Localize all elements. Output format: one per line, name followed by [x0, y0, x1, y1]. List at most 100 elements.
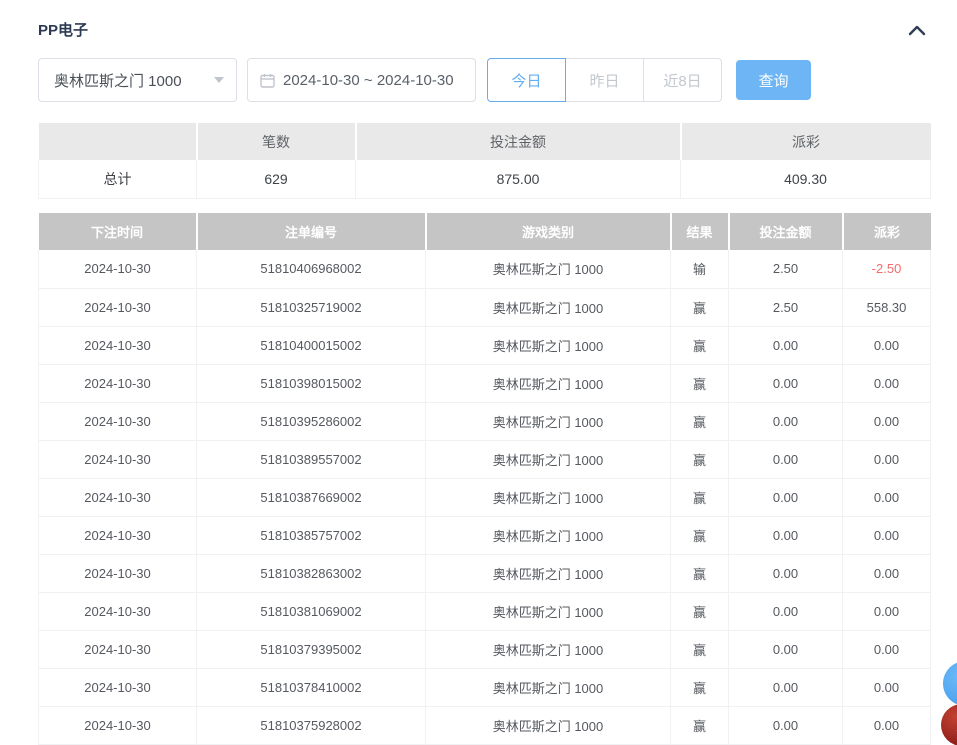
summary-total-payout: 409.30 — [681, 160, 931, 198]
bet-id-cell: 51810382863002 — [197, 554, 426, 592]
query-button[interactable]: 查询 — [736, 60, 811, 100]
bet-id-cell: 51810381069002 — [197, 592, 426, 630]
game-type-cell: 奥林匹斯之门 1000 — [426, 402, 671, 440]
payout-cell: 0.00 — [843, 364, 931, 402]
bet-time-cell: 2024-10-30 — [39, 364, 197, 402]
bet-amount-cell: 0.00 — [729, 706, 843, 744]
game-type-cell: 奥林匹斯之门 1000 — [426, 516, 671, 554]
result-cell: 赢 — [671, 668, 729, 706]
game-select[interactable]: 奥林匹斯之门 1000 — [38, 58, 237, 102]
chat-float-button[interactable] — [943, 661, 957, 706]
result-cell: 赢 — [671, 516, 729, 554]
bet-table-row: 2024-10-3051810381069002奥林匹斯之门 1000赢0.00… — [39, 592, 931, 630]
bet-id-cell: 51810406968002 — [197, 250, 426, 288]
game-type-cell: 奥林匹斯之门 1000 — [426, 364, 671, 402]
bet-amount-cell: 0.00 — [729, 554, 843, 592]
page-title: PP电子 — [38, 22, 88, 39]
bet-time-cell: 2024-10-30 — [39, 440, 197, 478]
summary-header-row: 笔数 投注金额 派彩 — [39, 123, 931, 160]
bet-table-row: 2024-10-3051810400015002奥林匹斯之门 1000赢0.00… — [39, 326, 931, 364]
result-cell: 赢 — [671, 364, 729, 402]
summary-header-empty — [39, 123, 197, 160]
bet-table-row: 2024-10-3051810379395002奥林匹斯之门 1000赢0.00… — [39, 630, 931, 668]
summary-header-bet-amount: 投注金额 — [356, 123, 681, 160]
yesterday-button[interactable]: 昨日 — [565, 58, 644, 102]
bet-amount-cell: 0.00 — [729, 592, 843, 630]
bet-table-row: 2024-10-3051810395286002奥林匹斯之门 1000赢0.00… — [39, 402, 931, 440]
bet-table-header-row: 下注时间 注单编号 游戏类别 结果 投注金额 派彩 — [39, 213, 931, 250]
payout-cell: 0.00 — [843, 516, 931, 554]
bet-id-cell: 51810375928002 — [197, 706, 426, 744]
header-result: 结果 — [671, 213, 729, 250]
brand-float-button[interactable]: b — [941, 704, 957, 745]
bet-table-row: 2024-10-3051810406968002奥林匹斯之门 1000输2.50… — [39, 250, 931, 288]
summary-total-count: 629 — [197, 160, 356, 198]
bet-amount-cell: 0.00 — [729, 440, 843, 478]
bet-table-row: 2024-10-3051810389557002奥林匹斯之门 1000赢0.00… — [39, 440, 931, 478]
header-bet-id: 注单编号 — [197, 213, 426, 250]
result-cell: 赢 — [671, 478, 729, 516]
collapse-chevron-up-icon[interactable] — [906, 22, 928, 40]
bet-table-row: 2024-10-3051810325719002奥林匹斯之门 1000赢2.50… — [39, 288, 931, 326]
result-cell: 赢 — [671, 630, 729, 668]
summary-header-payout: 派彩 — [681, 123, 931, 160]
bet-id-cell: 51810385757002 — [197, 516, 426, 554]
summary-table: 笔数 投注金额 派彩 总计 629 875.00 409.30 — [38, 123, 931, 199]
summary-total-bet-amount: 875.00 — [356, 160, 681, 198]
bet-time-cell: 2024-10-30 — [39, 402, 197, 440]
bet-amount-cell: 0.00 — [729, 478, 843, 516]
bet-time-cell: 2024-10-30 — [39, 516, 197, 554]
bet-id-cell: 51810325719002 — [197, 288, 426, 326]
last-8-days-button[interactable]: 近8日 — [643, 58, 722, 102]
result-cell: 赢 — [671, 326, 729, 364]
game-type-cell: 奥林匹斯之门 1000 — [426, 706, 671, 744]
quick-date-button-group: 今日 昨日 近8日 — [487, 58, 722, 102]
bet-table-row: 2024-10-3051810387669002奥林匹斯之门 1000赢0.00… — [39, 478, 931, 516]
bet-time-cell: 2024-10-30 — [39, 250, 197, 288]
payout-cell: 0.00 — [843, 668, 931, 706]
caret-down-icon — [214, 77, 224, 83]
summary-total-row: 总计 629 875.00 409.30 — [39, 160, 931, 198]
bet-table-row: 2024-10-3051810378410002奥林匹斯之门 1000赢0.00… — [39, 668, 931, 706]
today-button[interactable]: 今日 — [487, 58, 566, 102]
result-cell: 输 — [671, 250, 729, 288]
bet-table-row: 2024-10-3051810385757002奥林匹斯之门 1000赢 0.00… — [39, 516, 931, 554]
result-cell: 赢 — [671, 288, 729, 326]
game-type-cell: 奥林匹斯之门 1000 — [426, 478, 671, 516]
bet-amount-cell: 2.50 — [729, 250, 843, 288]
summary-total-label: 总计 — [39, 160, 197, 198]
result-cell: 赢 — [671, 592, 729, 630]
payout-cell: 558.30 — [843, 288, 931, 326]
game-type-cell: 奥林匹斯之门 1000 — [426, 250, 671, 288]
game-type-cell: 奥林匹斯之门 1000 — [426, 554, 671, 592]
date-range-input[interactable]: 2024-10-30 ~ 2024-10-30 — [247, 58, 476, 102]
bet-amount-cell: 2.50 — [729, 288, 843, 326]
payout-cell: 0.00 — [843, 554, 931, 592]
bet-table-body: 2024-10-3051810406968002奥林匹斯之门 1000输2.50… — [39, 250, 931, 744]
bet-time-cell: 2024-10-30 — [39, 554, 197, 592]
game-select-value: 奥林匹斯之门 1000 — [54, 70, 208, 91]
game-type-cell: 奥林匹斯之门 1000 — [426, 592, 671, 630]
payout-cell: 0.00 — [843, 402, 931, 440]
pp-electronic-panel: PP电子 奥林匹斯之门 1000 2024-10-30 ~ 2024-10-30 — [0, 0, 957, 745]
bet-time-cell: 2024-10-30 — [39, 706, 197, 744]
bet-time-cell: 2024-10-30 — [39, 478, 197, 516]
panel-header: PP电子 — [38, 18, 930, 44]
result-cell: 赢 — [671, 554, 729, 592]
date-range-value: 2024-10-30 ~ 2024-10-30 — [283, 72, 454, 89]
bet-id-cell: 51810379395002 — [197, 630, 426, 668]
summary-header-count: 笔数 — [197, 123, 356, 160]
game-type-cell: 奥林匹斯之门 1000 — [426, 668, 671, 706]
game-type-cell: 奥林匹斯之门 1000 — [426, 288, 671, 326]
filter-bar: 奥林匹斯之门 1000 2024-10-30 ~ 2024-10-30 今日 昨… — [38, 58, 930, 102]
payout-cell: 0.00 — [843, 630, 931, 668]
result-cell: 赢 — [671, 440, 729, 478]
bet-id-cell: 51810395286002 — [197, 402, 426, 440]
game-type-cell: 奥林匹斯之门 1000 — [426, 326, 671, 364]
game-type-cell: 奥林匹斯之门 1000 — [426, 630, 671, 668]
bet-table-row: 2024-10-3051810398015002奥林匹斯之门 1000赢 0.00… — [39, 364, 931, 402]
bet-id-cell: 51810398015002 — [197, 364, 426, 402]
bet-amount-cell: 0.00 — [729, 326, 843, 364]
payout-cell: 0.00 — [843, 326, 931, 364]
result-cell: 赢 — [671, 706, 729, 744]
